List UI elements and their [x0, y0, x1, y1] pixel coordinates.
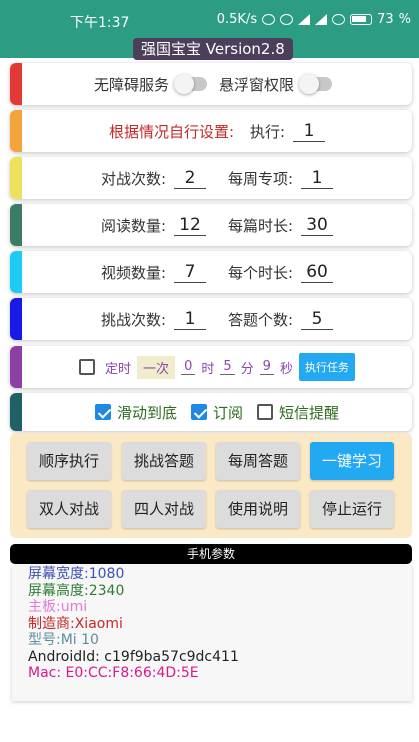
video-count-label: 视频数量: — [100, 263, 166, 282]
one-click-study-button[interactable]: 一键学习 — [310, 442, 394, 480]
challenge-quiz-button[interactable]: 挑战答题 — [122, 442, 206, 480]
sequential-run-button[interactable]: 顺序执行 — [27, 442, 111, 480]
scroll-checkbox[interactable] — [94, 404, 111, 420]
read-count-input[interactable]: 12 — [174, 215, 206, 236]
answer-input[interactable]: 5 — [301, 309, 334, 330]
four-player-battle-button[interactable]: 四人对战 — [122, 490, 206, 528]
overlay-label: 悬浮窗权限 — [219, 75, 295, 94]
battle-card: 对战次数: 2 每周专项: 1 — [10, 157, 412, 199]
accessibility-label: 无障碍服务 — [93, 75, 169, 94]
instructions-button[interactable]: 使用说明 — [216, 490, 300, 528]
execute-card: 根据情况自行设置: 执行: 1 — [10, 110, 412, 152]
subscribe-checkbox[interactable] — [190, 404, 207, 420]
card-accent — [10, 204, 22, 246]
card-accent — [10, 346, 22, 388]
settings-hint: 根据情况自行设置: — [108, 122, 234, 141]
info-line: 主板:umi — [28, 599, 88, 615]
alarm-icon — [262, 14, 276, 25]
options-card: 滑动到底 订阅 短信提醒 — [10, 393, 412, 431]
info-line: AndroidId: c19f9ba57c9dc411 — [28, 648, 239, 665]
subscribe-label: 订阅 — [212, 403, 243, 422]
network-speed: 0.5K/s — [216, 12, 258, 27]
status-bar: 下午1:37 0.5K/s 73% — [0, 0, 419, 36]
wifi-icon — [332, 14, 346, 25]
battery-icon — [350, 14, 373, 25]
timer-label: 定时 — [105, 361, 132, 377]
challenge-card: 挑战次数: 1 答题个数: 5 — [10, 298, 412, 340]
answer-label: 答题个数: — [228, 310, 294, 329]
weekly-input[interactable]: 1 — [301, 168, 334, 189]
app-title: 强国宝宝 Version2.8 — [133, 38, 293, 60]
video-count-input[interactable]: 7 — [174, 262, 206, 283]
read-time-label: 每篇时长: — [228, 216, 294, 235]
info-line: 屏幕高度:2340 — [28, 582, 125, 599]
execute-label: 执行: — [250, 122, 286, 141]
read-time-input[interactable]: 30 — [301, 215, 334, 236]
battery-percent-sign: % — [398, 12, 411, 27]
signal-icon-2 — [315, 14, 328, 25]
info-line: 型号:Mi 10 — [28, 632, 99, 648]
device-info-panel: 屏幕宽度:1080 屏幕高度:2340 主板:umi 制造商:Xiaomi 型号… — [12, 566, 412, 701]
weekly-label: 每周专项: — [228, 169, 294, 188]
timer-checkbox[interactable] — [79, 359, 96, 375]
card-accent — [10, 110, 22, 152]
battery-level: 73 — [377, 12, 394, 27]
battle-label: 对战次数: — [100, 169, 166, 188]
sms-label: 短信提醒 — [279, 403, 340, 422]
stop-button[interactable]: 停止运行 — [310, 490, 394, 528]
two-player-battle-button[interactable]: 双人对战 — [27, 490, 111, 528]
accessibility-toggle[interactable] — [174, 74, 207, 94]
read-count-label: 阅读数量: — [100, 216, 166, 235]
video-card: 视频数量: 7 每个时长: 60 — [10, 251, 412, 293]
challenge-input[interactable]: 1 — [174, 309, 206, 330]
status-right: 0.5K/s 73% — [217, 12, 411, 27]
card-accent — [10, 393, 22, 431]
timer-card: 定时 一次 0 时 5 分 9 秒 执行任务 — [10, 346, 412, 388]
battle-input[interactable]: 2 — [174, 168, 206, 189]
timer-minute-input[interactable]: 5 — [220, 359, 235, 375]
info-line: Mac: E0:CC:F8:66:4D:5E — [28, 665, 199, 681]
do-not-disturb-icon — [280, 14, 294, 25]
card-accent — [10, 251, 22, 293]
device-params-header: 手机参数 — [10, 544, 412, 564]
second-unit: 秒 — [279, 361, 293, 377]
overlay-toggle[interactable] — [299, 74, 333, 94]
execute-input[interactable]: 1 — [293, 121, 326, 142]
permissions-card: 无障碍服务 悬浮窗权限 — [10, 63, 412, 105]
run-task-button[interactable]: 执行任务 — [298, 353, 355, 381]
info-line: 制造商:Xiaomi — [28, 615, 123, 632]
weekly-quiz-button[interactable]: 每周答题 — [216, 442, 300, 480]
info-line: 屏幕宽度:1080 — [28, 566, 125, 582]
timer-hour-input[interactable]: 0 — [181, 359, 196, 375]
scroll-label: 滑动到底 — [116, 403, 177, 422]
reading-card: 阅读数量: 12 每篇时长: 30 — [10, 204, 412, 246]
sms-checkbox[interactable] — [257, 404, 273, 420]
status-time: 下午1:37 — [70, 15, 130, 31]
card-accent — [10, 63, 22, 105]
timer-mode-select[interactable]: 一次 — [137, 355, 176, 379]
action-panel: 顺序执行 挑战答题 每周答题 一键学习 双人对战 四人对战 使用说明 停止运行 — [10, 433, 412, 538]
hour-unit: 时 — [201, 361, 215, 377]
video-time-label: 每个时长: — [228, 263, 294, 282]
signal-icon — [298, 14, 311, 25]
minute-unit: 分 — [240, 361, 254, 377]
card-accent — [10, 298, 22, 340]
card-accent — [10, 157, 22, 199]
timer-second-input[interactable]: 9 — [259, 359, 274, 375]
video-time-input[interactable]: 60 — [301, 262, 334, 283]
challenge-label: 挑战次数: — [100, 310, 166, 329]
